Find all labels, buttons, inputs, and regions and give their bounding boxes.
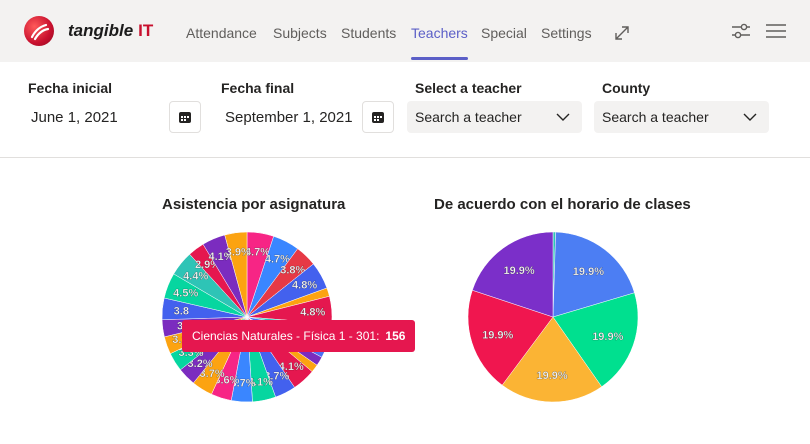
pie-slice-label: 19.9% xyxy=(482,329,513,341)
pie-slice-label: 19.9% xyxy=(536,370,567,382)
tooltip-label: Ciencias Naturales - Física 1 - 301: xyxy=(192,329,380,343)
chart-tooltip: Ciencias Naturales - Física 1 - 301: 156 xyxy=(182,320,416,352)
tooltip-value: 156 xyxy=(385,329,406,343)
pie-slice-label: 19.9% xyxy=(592,331,623,343)
pie-slice-label: 19.9% xyxy=(573,266,604,278)
pie-slice-label: 19.9% xyxy=(503,265,534,277)
class-schedule-pie-chart[interactable]: 19.9% 19.9% 19.9% 19.9% 19.9% xyxy=(0,0,810,444)
